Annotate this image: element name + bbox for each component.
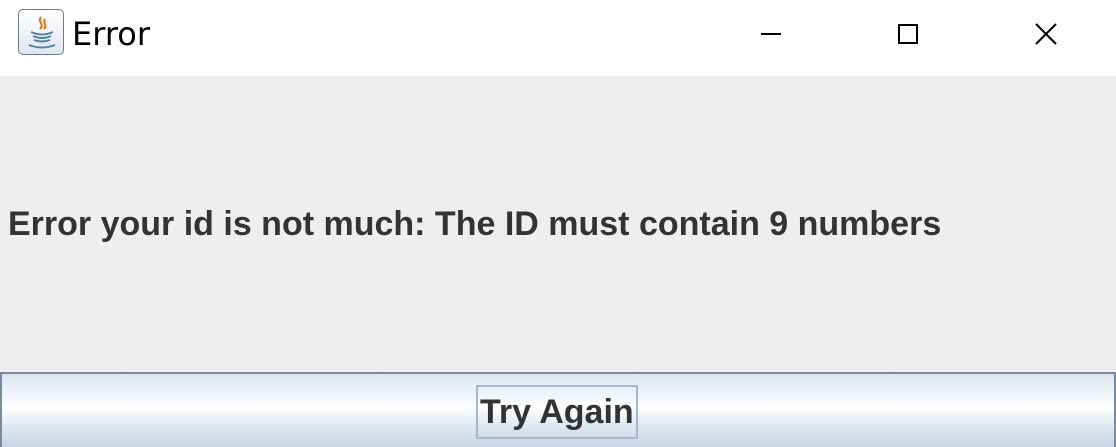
minimize-button[interactable]: [731, 0, 811, 68]
error-message: Error your id is not much: The ID must c…: [8, 205, 942, 243]
title-bar[interactable]: Error: [0, 0, 1116, 76]
java-icon[interactable]: [18, 9, 64, 55]
error-dialog-window: Error Error your id is not much: The ID …: [0, 0, 1116, 447]
try-again-button[interactable]: Try Again: [476, 385, 638, 439]
close-icon: [1035, 23, 1057, 45]
button-bar[interactable]: Try Again: [0, 372, 1116, 447]
close-button[interactable]: [1006, 0, 1086, 68]
maximize-icon: [898, 24, 918, 44]
dialog-content: Error your id is not much: The ID must c…: [0, 76, 1116, 372]
minimize-icon: [761, 33, 781, 35]
maximize-button[interactable]: [868, 0, 948, 68]
window-title: Error: [72, 15, 150, 53]
